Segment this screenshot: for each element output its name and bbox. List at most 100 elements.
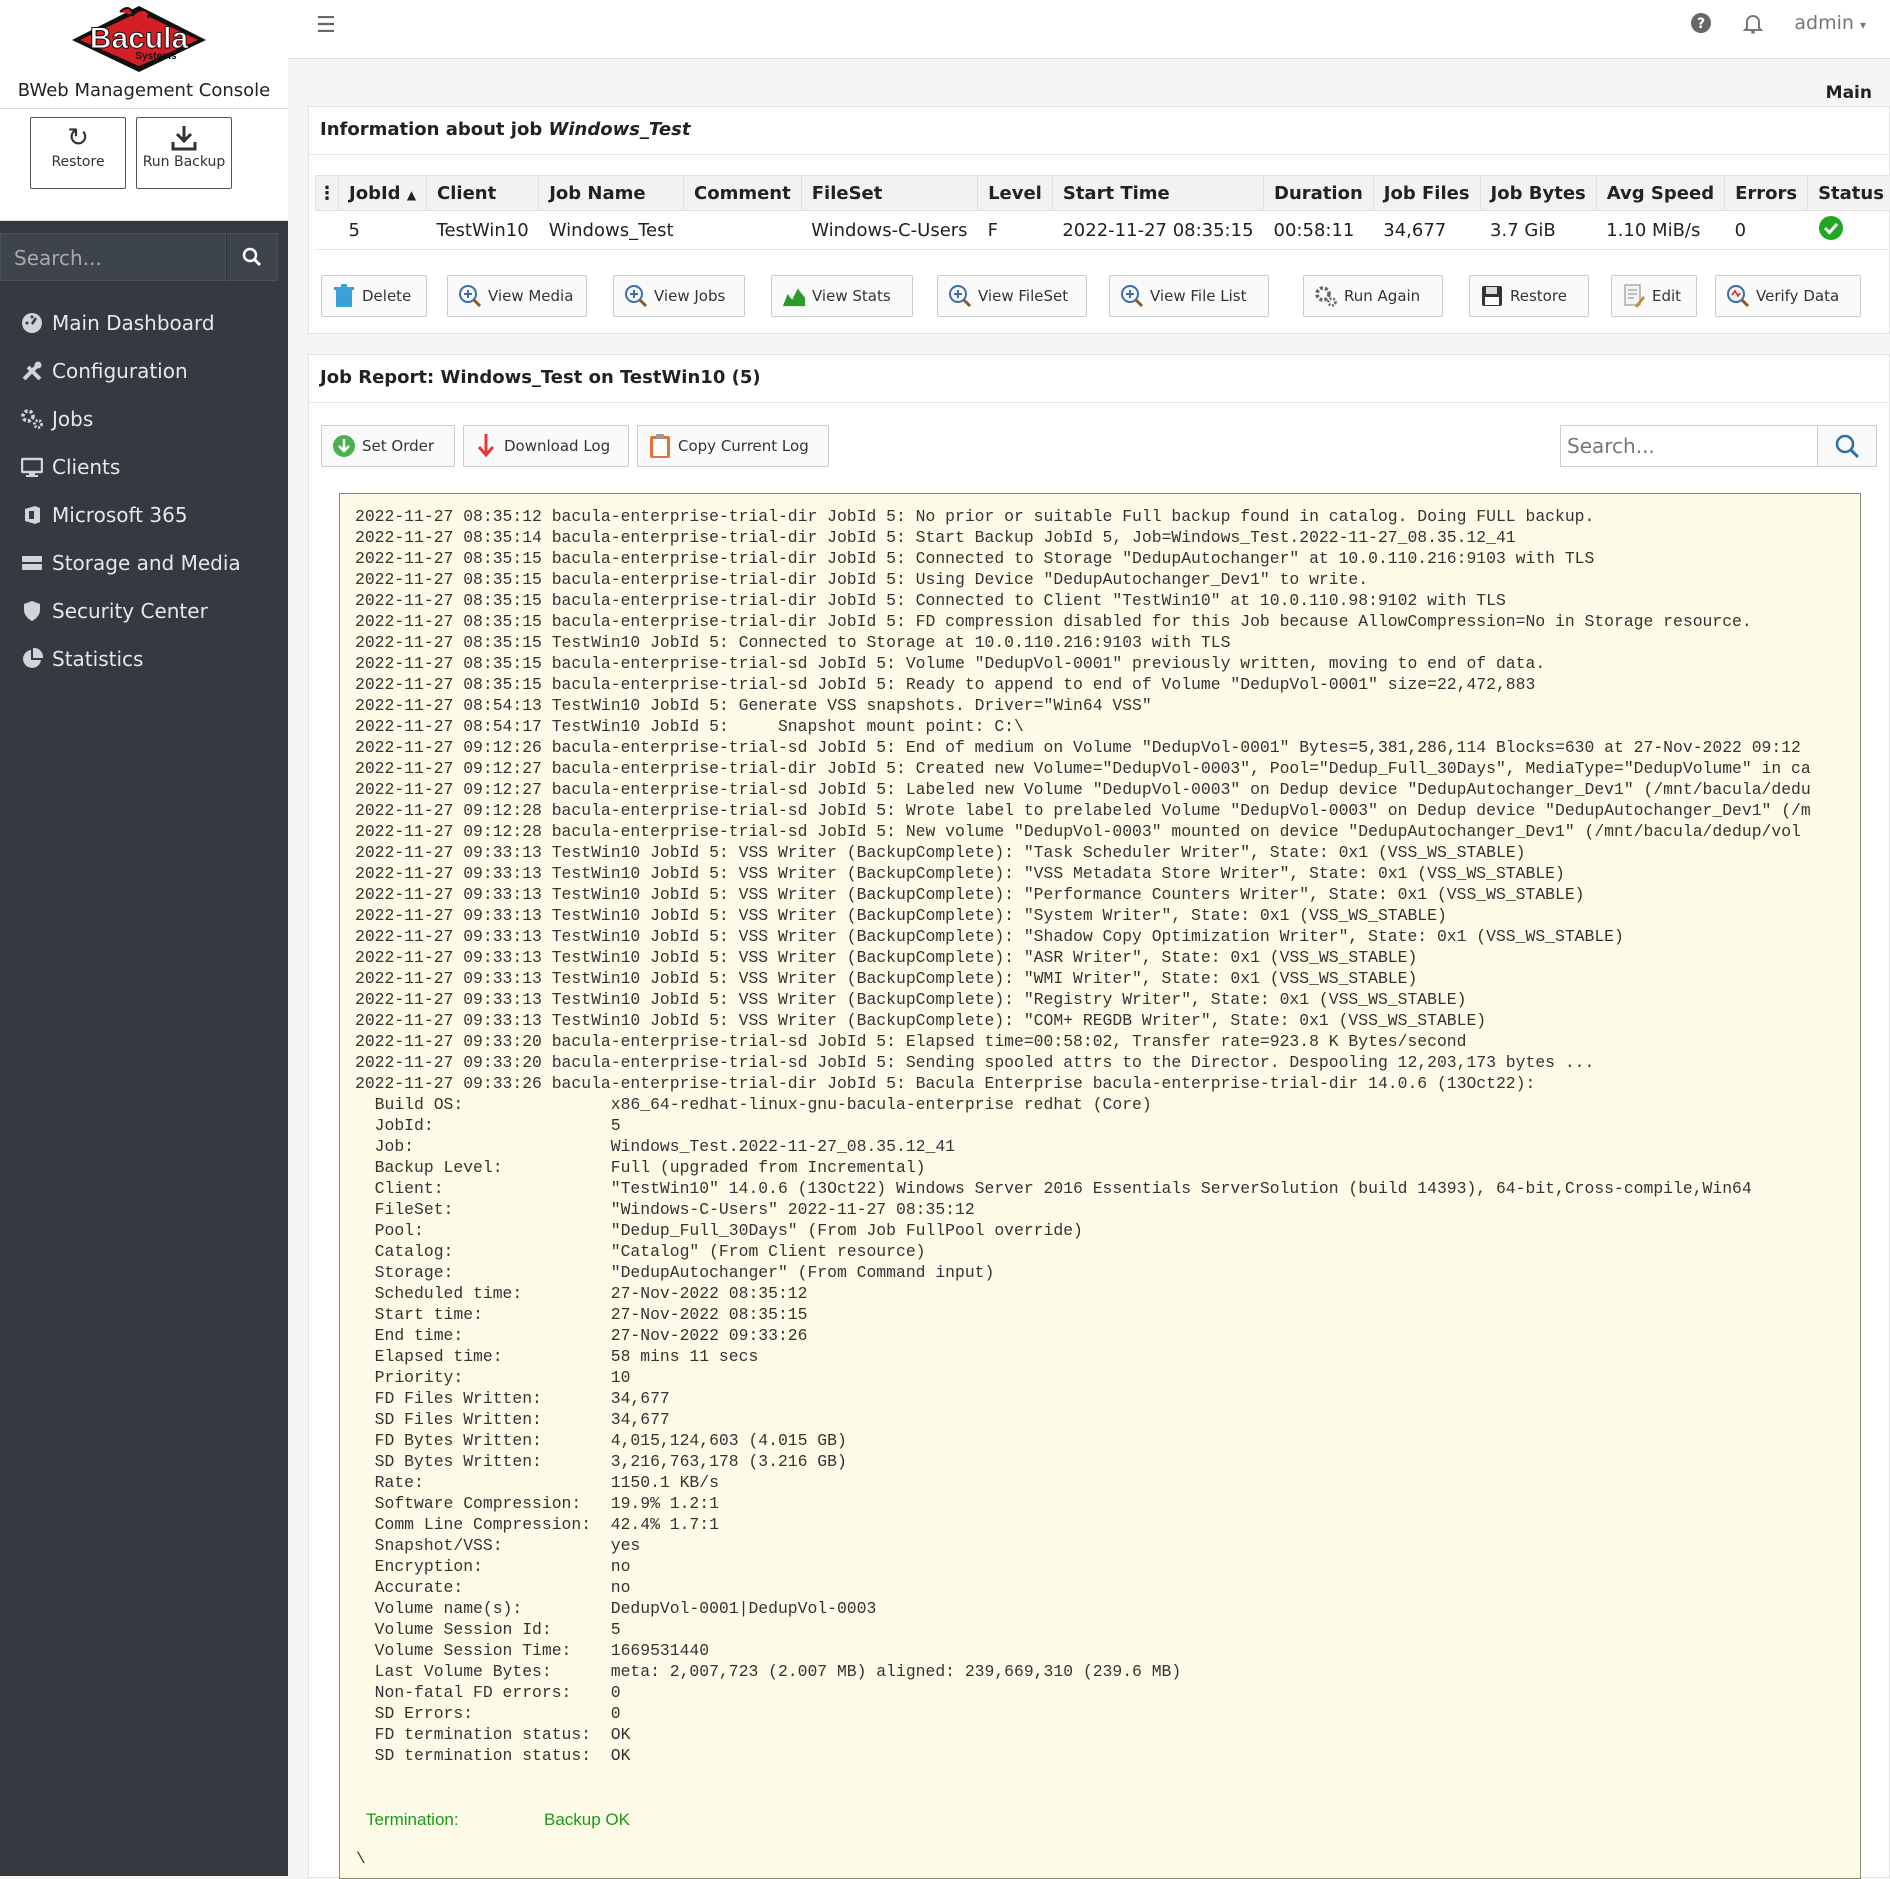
tools-icon — [20, 359, 44, 383]
cell-job-bytes: 3.7 GiB — [1480, 211, 1596, 250]
delete-button[interactable]: Delete — [321, 275, 427, 317]
chevron-down-icon: ▾ — [1860, 18, 1866, 32]
down-arrow-circle-icon — [332, 434, 356, 458]
search-icon — [1834, 433, 1860, 459]
nav-statistics[interactable]: Statistics — [0, 635, 288, 683]
run-again-label: Run Again — [1344, 287, 1420, 305]
status-ok-icon — [1818, 215, 1844, 241]
nav-label: Security Center — [52, 599, 208, 623]
cell-errors: 0 — [1725, 211, 1808, 250]
nav-clients[interactable]: Clients — [0, 443, 288, 491]
col-duration[interactable]: Duration — [1264, 176, 1374, 211]
copy-log-label: Copy Current Log — [678, 437, 809, 455]
nav-label: Main Dashboard — [52, 311, 215, 335]
restore-quick-button[interactable]: ↻ Restore — [30, 117, 126, 189]
col-errors[interactable]: Errors — [1725, 176, 1808, 211]
verify-data-button[interactable]: Verify Data — [1715, 275, 1861, 317]
termination-line: Termination: Backup OK — [366, 1810, 459, 1830]
view-file-list-button[interactable]: View File List — [1109, 275, 1269, 317]
set-order-label: Set Order — [362, 437, 434, 455]
job-report-title: Job Report: Windows_Test on TestWin10 (5… — [309, 355, 1889, 403]
nav-configuration[interactable]: Configuration — [0, 347, 288, 395]
svg-text:?: ? — [1697, 16, 1705, 32]
log-search-input[interactable]: Search... — [1560, 425, 1818, 467]
restore-button[interactable]: Restore — [1469, 275, 1589, 317]
download-log-button[interactable]: Download Log — [463, 425, 629, 467]
view-media-label: View Media — [488, 287, 573, 305]
sidebar-search: Search... — [0, 233, 278, 281]
run-again-button[interactable]: Run Again — [1303, 275, 1443, 317]
bacula-logo[interactable]: Bacula Systems — [68, 4, 210, 74]
run-backup-button[interactable]: Run Backup — [136, 117, 232, 189]
col-start-time[interactable]: Start Time — [1052, 176, 1263, 211]
edit-document-icon — [1622, 284, 1646, 308]
magnifier-icon — [1726, 284, 1750, 308]
search-icon — [242, 247, 262, 267]
cell-level: F — [978, 211, 1053, 250]
col-job-files[interactable]: Job Files — [1373, 176, 1480, 211]
nav-security-center[interactable]: Security Center — [0, 587, 288, 635]
nav-main-dashboard[interactable]: Main Dashboard — [0, 299, 288, 347]
app-title: BWeb Management Console — [0, 80, 288, 101]
menu-toggle-icon[interactable]: ☰ — [316, 13, 336, 38]
refresh-icon: ↻ — [31, 118, 125, 154]
user-menu[interactable]: admin ▾ — [1794, 12, 1866, 34]
edit-label: Edit — [1652, 287, 1681, 305]
col-status[interactable]: Status — [1808, 176, 1890, 211]
nav-storage-and-media[interactable]: Storage and Media — [0, 539, 288, 587]
top-right-controls: ? admin ▾ — [1690, 12, 1866, 34]
nav-label: Storage and Media — [52, 551, 241, 575]
nav-label: Microsoft 365 — [52, 503, 188, 527]
area-chart-icon — [782, 284, 806, 308]
zoom-in-icon — [458, 284, 482, 308]
set-order-button[interactable]: Set Order — [321, 425, 455, 467]
col-level[interactable]: Level — [978, 176, 1053, 211]
col-jobid[interactable]: JobId ▲ — [339, 176, 427, 211]
brand-area: Bacula Systems BWeb Management Console — [0, 0, 288, 109]
col-avg-speed[interactable]: Avg Speed — [1596, 176, 1724, 211]
cell-job-name: Windows_Test — [539, 211, 684, 250]
view-stats-button[interactable]: View Stats — [771, 275, 913, 317]
col-job-name[interactable]: Job Name — [539, 176, 684, 211]
user-name: admin — [1794, 12, 1854, 34]
cell-duration: 00:58:11 — [1264, 211, 1374, 250]
shield-icon — [20, 599, 44, 623]
copy-log-button[interactable]: Copy Current Log — [637, 425, 829, 467]
view-file-list-label: View File List — [1150, 287, 1246, 305]
main-nav: Main Dashboard Configuration Jobs Client… — [0, 299, 288, 683]
nav-microsoft-365[interactable]: Microsoft 365 — [0, 491, 288, 539]
nav-label: Jobs — [52, 407, 93, 431]
cell-jobid: 5 — [339, 211, 427, 250]
clipboard-icon — [648, 434, 672, 458]
bell-icon[interactable] — [1742, 12, 1764, 34]
col-comment[interactable]: Comment — [684, 176, 802, 211]
floppy-icon — [1480, 284, 1504, 308]
view-jobs-button[interactable]: View Jobs — [613, 275, 745, 317]
termination-value: Backup OK — [544, 1810, 630, 1830]
sidebar-search-button[interactable] — [226, 233, 278, 281]
view-fileset-button[interactable]: View FileSet — [937, 275, 1087, 317]
nav-jobs[interactable]: Jobs — [0, 395, 288, 443]
col-job-bytes[interactable]: Job Bytes — [1480, 176, 1596, 211]
log-search-button[interactable] — [1818, 425, 1877, 467]
table-row[interactable]: 5 TestWin10 Windows_Test Windows-C-Users… — [316, 211, 1890, 250]
column-menu-icon[interactable]: ⋮ — [316, 176, 339, 211]
help-icon[interactable]: ? — [1690, 12, 1712, 34]
view-media-button[interactable]: View Media — [447, 275, 587, 317]
sort-asc-icon: ▲ — [407, 188, 416, 202]
job-info-panel: Information about job Windows_Test ⋮ Job… — [308, 106, 1890, 334]
edit-button[interactable]: Edit — [1611, 275, 1697, 317]
log-trailing-text: \ — [356, 1850, 366, 1868]
job-log-output[interactable]: 2022-11-27 08:35:12 bacula-enterprise-tr… — [339, 493, 1861, 1879]
view-jobs-label: View Jobs — [654, 287, 725, 305]
monitor-icon — [20, 455, 44, 479]
job-report-panel: Job Report: Windows_Test on TestWin10 (5… — [308, 354, 1890, 1878]
sidebar-search-input[interactable]: Search... — [0, 233, 226, 281]
top-bar: ☰ ? admin ▾ — [288, 0, 1890, 59]
logo-subtext: Systems — [135, 51, 177, 62]
col-fileset[interactable]: FileSet — [801, 176, 977, 211]
nav-label: Configuration — [52, 359, 188, 383]
termination-label: Termination: — [366, 1810, 459, 1829]
col-client[interactable]: Client — [427, 176, 539, 211]
breadcrumb[interactable]: Main — [1826, 83, 1872, 103]
